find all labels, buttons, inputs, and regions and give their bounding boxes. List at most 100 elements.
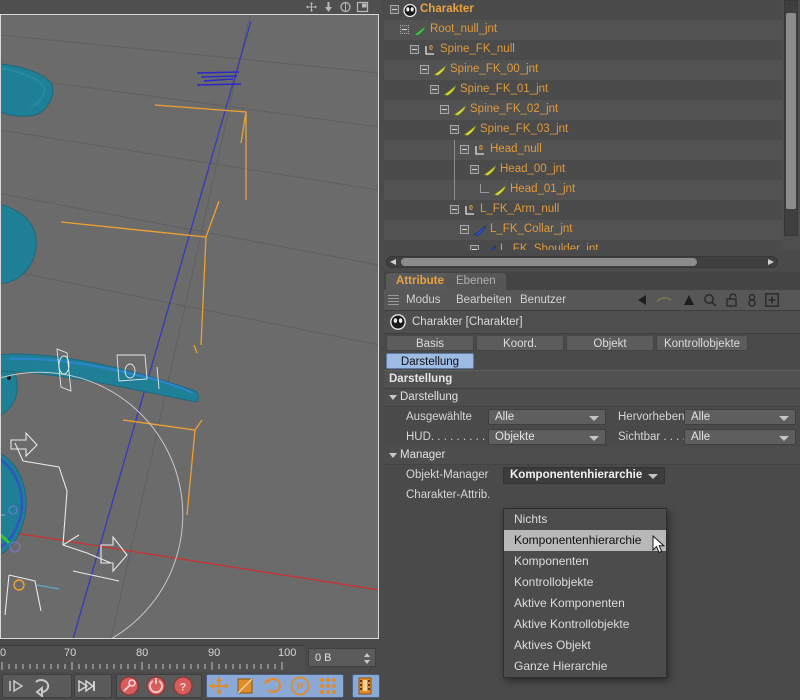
tree-expander-toggle[interactable] bbox=[450, 205, 459, 214]
tree-expander-toggle[interactable] bbox=[390, 5, 399, 14]
dropdown-menu-item[interactable]: Ganze Hierarchie bbox=[504, 656, 666, 677]
menu-bearbeiten[interactable]: Bearbeiten bbox=[456, 294, 512, 306]
tree-expander-toggle[interactable] bbox=[430, 85, 439, 94]
back-arrow-icon[interactable] bbox=[636, 293, 654, 310]
null-axis-icon: 0 bbox=[423, 44, 437, 57]
person-icon[interactable] bbox=[746, 293, 758, 310]
pan-icon[interactable] bbox=[305, 1, 318, 13]
tree-expander-toggle[interactable] bbox=[450, 125, 459, 134]
object-tree-hscrollbar[interactable] bbox=[386, 256, 778, 268]
svg-text:0: 0 bbox=[469, 205, 473, 212]
frame-value-field[interactable]: 0 B bbox=[308, 648, 376, 667]
search-icon[interactable] bbox=[702, 293, 718, 310]
object-tree-row[interactable]: Charakter bbox=[384, 0, 782, 20]
tree-expander-toggle[interactable] bbox=[460, 225, 469, 234]
tab-attribute[interactable]: Attribute bbox=[386, 273, 454, 290]
record-key-icon[interactable] bbox=[117, 675, 141, 697]
svg-text:0: 0 bbox=[429, 45, 433, 52]
key-selection-icon[interactable]: ? bbox=[171, 675, 195, 697]
tree-expander-toggle[interactable] bbox=[420, 65, 429, 74]
tree-expander-toggle[interactable] bbox=[440, 105, 449, 114]
object-tree-row[interactable]: Spine_FK_03_jnt bbox=[384, 120, 782, 140]
dolly-icon[interactable] bbox=[322, 1, 335, 13]
points-tool-icon[interactable] bbox=[315, 675, 339, 697]
object-tree-row[interactable]: Spine_FK_00_jnt bbox=[384, 60, 782, 80]
scale-tool-icon[interactable] bbox=[234, 675, 258, 697]
dropdown-menu-item[interactable]: Kontrollobjekte bbox=[504, 572, 666, 593]
object-tree-row-label: Spine_FK_null bbox=[440, 43, 515, 55]
tab-ebenen[interactable]: Ebenen bbox=[446, 273, 506, 290]
object-tree-row[interactable]: Root_null_jnt bbox=[384, 20, 782, 40]
frame-stepper[interactable] bbox=[363, 652, 371, 665]
menu-benutzer[interactable]: Benutzer bbox=[520, 294, 566, 306]
lock-open-icon[interactable] bbox=[725, 293, 739, 310]
mouse-cursor bbox=[652, 535, 665, 554]
transform-tools-group: P bbox=[206, 674, 344, 698]
combo-hud[interactable]: Objekte bbox=[488, 429, 606, 445]
object-tree-row-label: L_FK_Arm_null bbox=[480, 203, 560, 215]
go-to-end-icon[interactable] bbox=[75, 675, 99, 697]
rotate-tool-icon[interactable] bbox=[261, 675, 285, 697]
object-tree-row-label: Root_null_jnt bbox=[430, 23, 498, 35]
maximize-icon[interactable] bbox=[356, 1, 369, 13]
tab-koord[interactable]: Koord. bbox=[476, 335, 564, 351]
tab-basis[interactable]: Basis bbox=[386, 335, 474, 351]
dropdown-menu-item[interactable]: Komponenten bbox=[504, 551, 666, 572]
tree-expander-toggle[interactable] bbox=[470, 165, 479, 174]
tree-expander-toggle[interactable] bbox=[400, 25, 409, 34]
hscroll-thumb[interactable] bbox=[401, 258, 697, 266]
dropdown-menu-item[interactable]: Komponentenhierarchie bbox=[504, 530, 666, 551]
scroll-right-arrow[interactable] bbox=[768, 259, 774, 265]
viewport-3d-canvas[interactable] bbox=[0, 14, 379, 639]
dropdown-menu-item[interactable]: Aktive Komponenten bbox=[504, 593, 666, 614]
up-arrow-icon[interactable] bbox=[681, 293, 697, 310]
objekt-manager-dropdown-menu[interactable]: Nichts Komponentenhierarchie Komponenten Ko… bbox=[503, 508, 667, 678]
tab-kontrollobjekte[interactable]: Kontrollobjekte bbox=[656, 335, 748, 351]
dropdown-menu-item[interactable]: Aktives Objekt bbox=[504, 635, 666, 656]
tab-darstellung[interactable]: Darstellung bbox=[386, 353, 474, 369]
tab-objekt[interactable]: Objekt bbox=[566, 335, 654, 351]
object-manager-panel: Charakter Root_null_jnt 0 Spine_FK_null Spin… bbox=[384, 0, 800, 268]
combo-hervorheben[interactable]: Alle bbox=[684, 409, 796, 425]
vscroll-thumb[interactable] bbox=[786, 13, 796, 209]
timeline-ruler[interactable]: 0 70 80 90 100 bbox=[0, 645, 305, 673]
object-tree-row[interactable]: 0 Spine_FK_null bbox=[384, 40, 782, 60]
panel-grip-icon[interactable] bbox=[388, 295, 399, 305]
object-tree-row[interactable]: L_FK_Collar_jnt bbox=[384, 220, 782, 240]
timeline-tick-label: 100 bbox=[278, 647, 297, 659]
play-forward-icon[interactable] bbox=[3, 675, 27, 697]
autokey-icon[interactable] bbox=[144, 675, 168, 697]
scroll-left-arrow[interactable] bbox=[390, 259, 396, 265]
combo-sichtbar[interactable]: Alle bbox=[684, 429, 796, 445]
render-view-icon[interactable] bbox=[353, 675, 377, 697]
object-tree-vscrollbar[interactable] bbox=[784, 0, 798, 236]
tree-expander-toggle[interactable] bbox=[470, 245, 479, 250]
parametric-tool-icon[interactable]: P bbox=[288, 675, 312, 697]
menu-modus[interactable]: Modus bbox=[406, 294, 441, 306]
group-header-manager[interactable]: Manager bbox=[384, 447, 800, 465]
timeline-tick-label: 70 bbox=[64, 647, 77, 659]
tree-expander-toggle[interactable] bbox=[410, 45, 419, 54]
object-tree-row[interactable]: L_FK_Shoulder_jnt bbox=[384, 240, 782, 250]
dropdown-menu-item[interactable]: Aktive Kontrollobjekte bbox=[504, 614, 666, 635]
combo-ausgewaehlte[interactable]: Alle bbox=[488, 409, 606, 425]
combo-objekt-manager[interactable]: Komponentenhierarchie bbox=[503, 467, 665, 484]
add-box-icon[interactable] bbox=[765, 293, 779, 310]
object-tree-row[interactable]: Head_00_jnt bbox=[384, 160, 782, 180]
object-tree-row-label: Spine_FK_00_jnt bbox=[450, 63, 539, 75]
joint-yellow-icon bbox=[463, 124, 477, 137]
object-tree-row[interactable]: 0 L_FK_Arm_null bbox=[384, 200, 782, 220]
property-row-ausgewaehlte: Ausgewählte Alle Hervorheben Alle bbox=[384, 407, 800, 427]
loop-icon[interactable] bbox=[30, 675, 54, 699]
group-header-darstellung[interactable]: Darstellung bbox=[384, 389, 800, 407]
object-tree[interactable]: Charakter Root_null_jnt 0 Spine_FK_null Spin… bbox=[384, 0, 782, 250]
object-tree-row[interactable]: 0 Head_null bbox=[384, 140, 782, 160]
move-tool-icon[interactable] bbox=[207, 675, 231, 697]
object-tree-row[interactable]: Spine_FK_01_jnt bbox=[384, 80, 782, 100]
forward-arrow-icon[interactable] bbox=[655, 293, 673, 310]
object-tree-row[interactable]: Head_01_jnt bbox=[384, 180, 782, 200]
tree-expander-toggle[interactable] bbox=[460, 145, 469, 154]
dropdown-menu-item[interactable]: Nichts bbox=[504, 509, 666, 530]
rotate-icon[interactable] bbox=[339, 1, 352, 13]
object-tree-row[interactable]: Spine_FK_02_jnt bbox=[384, 100, 782, 120]
